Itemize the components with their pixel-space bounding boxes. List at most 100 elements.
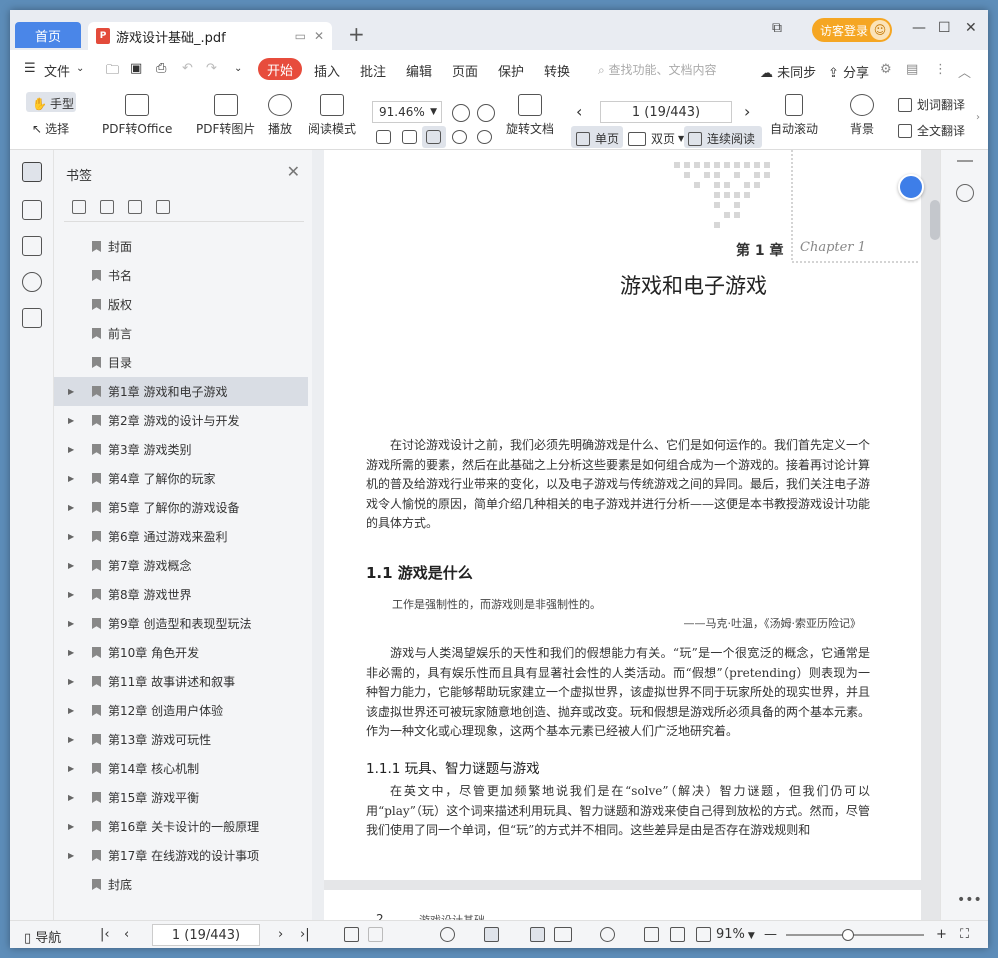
bookmark-item[interactable]: ▶ 第11章 故事讲述和叙事 <box>54 667 312 696</box>
continuous-view-icon[interactable] <box>484 927 499 942</box>
actual-size-icon[interactable] <box>644 927 659 942</box>
menu-lines-icon[interactable] <box>957 160 973 162</box>
search-input[interactable]: ⌕ 查找功能、文档内容 <box>598 61 717 78</box>
close-icon[interactable]: ✕ <box>287 162 300 181</box>
panel-divider[interactable] <box>312 150 324 920</box>
play-button[interactable]: 播放 <box>268 94 292 137</box>
save-icon[interactable]: ▣ <box>130 61 142 76</box>
ribbon-scroll-right-icon[interactable]: › <box>976 112 980 123</box>
attachment-icon[interactable] <box>22 272 42 292</box>
new-tab-button[interactable]: + <box>348 24 365 44</box>
minimize-icon[interactable]: — <box>912 20 926 36</box>
menu-file[interactable]: 文件 <box>44 61 70 80</box>
rotate-document-button[interactable]: 旋转文档 <box>506 94 554 137</box>
expand-arrow-icon[interactable]: ▶ <box>68 532 74 541</box>
expand-arrow-icon[interactable]: ▶ <box>68 503 74 512</box>
annotation-icon[interactable] <box>22 236 42 256</box>
fullscreen-icon[interactable]: ⛶ <box>960 927 969 942</box>
bookmark-item[interactable]: 目录 <box>54 348 312 377</box>
zoom-out-icon[interactable]: — <box>764 927 777 942</box>
bookmark-item[interactable]: 封底 <box>54 870 312 899</box>
rotate-right-icon[interactable] <box>477 130 492 144</box>
vertical-scrollbar[interactable] <box>930 200 940 240</box>
quick-access-icon[interactable]: ⌄ <box>234 63 242 74</box>
gear-icon[interactable]: ⚙ <box>880 62 892 77</box>
bookmark-item[interactable]: ▶ 第16章 关卡设计的一般原理 <box>54 812 312 841</box>
continuous-read-button[interactable]: 连续阅读 <box>688 130 755 147</box>
expand-arrow-icon[interactable]: ▶ <box>68 706 74 715</box>
bookmark-item[interactable]: ▶ 第8章 游戏世界 <box>54 580 312 609</box>
bookmark-item[interactable]: ▶ 第14章 核心机制 <box>54 754 312 783</box>
first-page-icon[interactable]: |‹ <box>100 927 110 942</box>
bookmark-item[interactable]: ▶ 第13章 游戏可玩性 <box>54 725 312 754</box>
menu-edit[interactable]: 编辑 <box>406 61 432 80</box>
menu-convert[interactable]: 转换 <box>544 61 570 80</box>
collapse-ribbon-icon[interactable]: ︿ <box>958 62 971 81</box>
expand-arrow-icon[interactable]: ▶ <box>68 764 74 773</box>
single-page-button[interactable]: 单页 <box>576 130 619 147</box>
next-page-icon[interactable]: › <box>278 927 283 942</box>
expand-arrow-icon[interactable]: ▶ <box>68 735 74 744</box>
expand-arrow-icon[interactable]: ▶ <box>68 590 74 599</box>
status-zoom[interactable]: 91% ▼ <box>716 927 755 942</box>
document-view[interactable]: 第 1 章 Chapter 1 游戏和电子游戏 在讨论游戏设计之前，我们必须先明… <box>324 150 940 920</box>
fit-page-icon[interactable] <box>670 927 685 942</box>
expand-arrow-icon[interactable]: ▶ <box>68 416 74 425</box>
more-icon[interactable]: ⋮ <box>934 62 947 77</box>
expand-arrow-icon[interactable]: ▶ <box>68 677 74 686</box>
prev-page-icon[interactable]: ‹ <box>576 102 582 121</box>
full-translate-button[interactable]: 全文翻译 <box>898 122 965 139</box>
bookmark-item[interactable]: ▶ 第4章 了解你的玩家 <box>54 464 312 493</box>
actual-size-icon[interactable] <box>376 130 391 144</box>
collapse-all-icon[interactable] <box>100 200 114 214</box>
float-tool-button[interactable] <box>898 174 924 200</box>
double-page-button[interactable]: 双页 ▼ <box>628 130 684 147</box>
thumbnail-icon[interactable] <box>22 200 42 220</box>
fit-width-icon[interactable] <box>696 927 711 942</box>
expand-all-icon[interactable] <box>72 200 86 214</box>
zoom-in-icon[interactable]: + <box>936 927 947 942</box>
print-icon[interactable]: ⎙ <box>156 61 166 76</box>
bookmark-item[interactable]: 书名 <box>54 261 312 290</box>
bookmark-item[interactable]: 封面 <box>54 232 312 261</box>
share-button[interactable]: ⇪ 分享 <box>828 62 869 81</box>
auto-scroll-button[interactable]: 自动滚动 <box>770 94 818 137</box>
prev-page-icon[interactable]: ‹ <box>124 927 129 942</box>
bookmark-item[interactable]: ▶ 第10章 角色开发 <box>54 638 312 667</box>
zoom-select[interactable]: 91.46% ▼ <box>372 101 442 123</box>
bookmark-item[interactable]: ▶ 第9章 创造型和表现型玩法 <box>54 609 312 638</box>
bookmark-item[interactable]: ▶ 第17章 在线游戏的设计事项 <box>54 841 312 870</box>
hamburger-icon[interactable]: ☰ <box>24 61 36 76</box>
bookmark-item[interactable]: ▶ 第7章 游戏概念 <box>54 551 312 580</box>
zoom-slider-track[interactable] <box>786 934 924 936</box>
add-bookmark-icon[interactable] <box>128 200 142 214</box>
more-options-icon[interactable]: ••• <box>957 892 982 908</box>
background-button[interactable]: 背景 <box>850 94 874 137</box>
fit-page-icon[interactable] <box>402 130 417 144</box>
expand-arrow-icon[interactable]: ▶ <box>68 445 74 454</box>
expand-arrow-icon[interactable]: ▶ <box>68 822 74 831</box>
bookmark-item[interactable]: ▶ 第12章 创造用户体验 <box>54 696 312 725</box>
pin-tab-icon[interactable]: ▭ <box>295 29 306 43</box>
login-button[interactable]: 访客登录 ☺ <box>812 18 892 42</box>
zoom-out-icon[interactable] <box>452 104 470 122</box>
fit-width-icon[interactable] <box>426 130 441 144</box>
select-tool[interactable]: ↖ 选择 <box>32 120 69 137</box>
bookmark-item[interactable]: ▶ 第15章 游戏平衡 <box>54 783 312 812</box>
bookmark-item[interactable]: ▶ 第6章 通过游戏来盈利 <box>54 522 312 551</box>
status-page-input[interactable]: 1 (19/443) <box>152 924 260 946</box>
bookmark-item[interactable]: ▶ 第3章 游戏类别 <box>54 435 312 464</box>
bookmark-panel-icon[interactable] <box>22 162 42 182</box>
tab-home[interactable]: 首页 <box>15 22 81 48</box>
menu-comment[interactable]: 批注 <box>360 61 386 80</box>
read-mode-button[interactable]: 阅读模式 <box>308 94 356 137</box>
sync-status[interactable]: ☁ 未同步 <box>760 62 816 81</box>
comment-icon[interactable]: ▤ <box>906 62 918 77</box>
close-tab-icon[interactable]: ✕ <box>314 29 324 43</box>
word-translate-button[interactable]: 划词翻译 <box>898 96 965 113</box>
bookmark-item[interactable]: ▶ 第5章 了解你的游戏设备 <box>54 493 312 522</box>
pdf-to-office-button[interactable]: PDF转Office <box>102 94 172 137</box>
chevron-down-icon[interactable]: ⌄ <box>76 63 84 74</box>
last-page-icon[interactable]: ›| <box>300 927 310 942</box>
pdf-to-image-button[interactable]: PDF转图片 <box>196 94 255 137</box>
